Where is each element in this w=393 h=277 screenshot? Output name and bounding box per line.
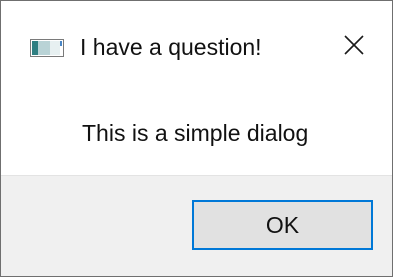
close-icon [344, 34, 364, 60]
close-button[interactable] [334, 29, 374, 65]
dialog-content: This is a simple dialog [1, 87, 392, 175]
window-app-icon [30, 39, 64, 57]
dialog-footer: OK [1, 175, 392, 276]
dialog-message: This is a simple dialog [82, 120, 309, 146]
ok-button[interactable]: OK [192, 200, 373, 250]
dialog-window: I have a question! This is a simple dial… [0, 0, 393, 277]
title-bar[interactable]: I have a question! [1, 1, 392, 87]
window-title: I have a question! [80, 34, 262, 60]
